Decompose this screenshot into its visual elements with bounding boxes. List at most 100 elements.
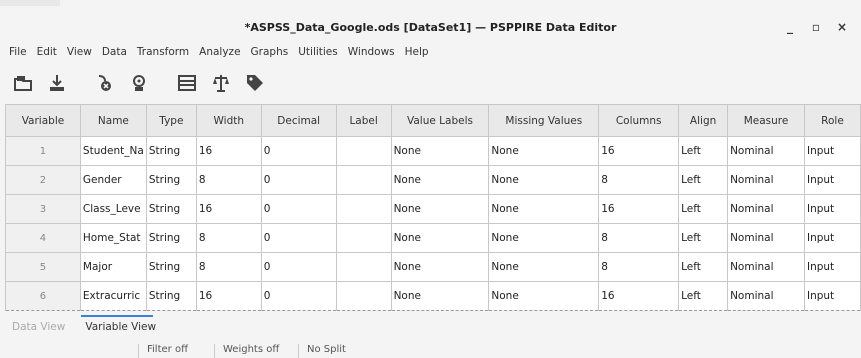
cell-name[interactable]: Major xyxy=(79,252,147,282)
cell-type[interactable]: String xyxy=(145,194,197,224)
col-header-width[interactable]: Width xyxy=(195,104,262,137)
cell-missing-values[interactable]: None xyxy=(488,136,600,166)
cell-value-labels[interactable]: None xyxy=(390,223,490,253)
goto-case-icon[interactable] xyxy=(90,68,120,98)
cell-width[interactable]: 8 xyxy=(195,165,262,195)
row-number[interactable]: 1 xyxy=(5,136,81,166)
menu-file[interactable]: File xyxy=(4,46,32,58)
cell-role[interactable]: Input xyxy=(803,165,861,195)
col-header-type[interactable]: Type xyxy=(145,104,197,137)
menu-help[interactable]: Help xyxy=(400,46,434,58)
cell-value-labels[interactable]: None xyxy=(390,165,490,195)
menu-graphs[interactable]: Graphs xyxy=(246,46,294,58)
cell-decimal[interactable]: 0 xyxy=(260,194,337,224)
cell-role[interactable]: Input xyxy=(803,194,861,224)
cell-value-labels[interactable]: None xyxy=(390,136,490,166)
col-header-value-labels[interactable]: Value Labels xyxy=(390,104,490,137)
cell-label[interactable] xyxy=(335,165,392,195)
cell-columns[interactable]: 8 xyxy=(598,252,680,282)
maximize-button[interactable]: ▫ xyxy=(803,20,829,34)
cell-missing-values[interactable]: None xyxy=(488,252,600,282)
menu-edit[interactable]: Edit xyxy=(32,46,62,58)
goto-variable-icon[interactable] xyxy=(124,68,154,98)
cell-decimal[interactable]: 0 xyxy=(260,281,337,311)
close-button[interactable]: × xyxy=(829,20,855,34)
cell-measure[interactable]: Nominal xyxy=(727,194,805,224)
menu-transform[interactable]: Transform xyxy=(132,46,194,58)
cell-width[interactable]: 16 xyxy=(195,281,262,311)
menu-analyze[interactable]: Analyze xyxy=(194,46,245,58)
cell-width[interactable]: 8 xyxy=(195,223,262,253)
cell-name[interactable]: Gender xyxy=(79,165,147,195)
cell-type[interactable]: String xyxy=(145,252,197,282)
cell-role[interactable]: Input xyxy=(803,223,861,253)
minimize-button[interactable]: _ xyxy=(777,20,803,34)
cell-name[interactable]: Student_Na xyxy=(79,136,147,166)
col-header-role[interactable]: Role xyxy=(803,104,861,137)
cell-name[interactable]: Home_Stat xyxy=(79,223,147,253)
cell-type[interactable]: String xyxy=(145,281,197,311)
cell-value-labels[interactable]: None xyxy=(390,194,490,224)
row-number[interactable]: 4 xyxy=(5,223,81,253)
cell-align[interactable]: Left xyxy=(678,281,729,311)
cell-type[interactable]: String xyxy=(145,165,197,195)
tab-variable-view[interactable]: Variable View xyxy=(81,315,156,333)
cell-columns[interactable]: 16 xyxy=(598,281,680,311)
cell-columns[interactable]: 16 xyxy=(598,136,680,166)
col-header-label[interactable]: Label xyxy=(335,104,392,137)
menu-utilities[interactable]: Utilities xyxy=(293,46,343,58)
cell-label[interactable] xyxy=(335,252,392,282)
cell-decimal[interactable]: 0 xyxy=(260,223,337,253)
cell-missing-values[interactable]: None xyxy=(488,281,600,311)
cell-align[interactable]: Left xyxy=(678,223,729,253)
cell-measure[interactable]: Nominal xyxy=(727,165,805,195)
cell-missing-values[interactable]: None xyxy=(488,223,600,253)
row-number[interactable]: 2 xyxy=(5,165,81,195)
cell-type[interactable]: String xyxy=(145,136,197,166)
weight-cases-icon[interactable] xyxy=(206,68,236,98)
cell-role[interactable]: Input xyxy=(803,281,861,311)
cell-value-labels[interactable]: None xyxy=(390,252,490,282)
menu-data[interactable]: Data xyxy=(97,46,132,58)
col-header-columns[interactable]: Columns xyxy=(598,104,680,137)
col-header-measure[interactable]: Measure xyxy=(727,104,805,137)
cell-name[interactable]: Class_Leve xyxy=(79,194,147,224)
row-number[interactable]: 3 xyxy=(5,194,81,224)
split-file-icon[interactable] xyxy=(172,68,202,98)
cell-type[interactable]: String xyxy=(145,223,197,253)
cell-measure[interactable]: Nominal xyxy=(727,223,805,253)
cell-missing-values[interactable]: None xyxy=(488,165,600,195)
cell-role[interactable]: Input xyxy=(803,252,861,282)
cell-columns[interactable]: 16 xyxy=(598,194,680,224)
cell-width[interactable]: 16 xyxy=(195,136,262,166)
cell-decimal[interactable]: 0 xyxy=(260,165,337,195)
cell-label[interactable] xyxy=(335,223,392,253)
cell-align[interactable]: Left xyxy=(678,194,729,224)
cell-width[interactable]: 8 xyxy=(195,252,262,282)
cell-role[interactable]: Input xyxy=(803,136,861,166)
cell-columns[interactable]: 8 xyxy=(598,165,680,195)
col-header-name[interactable]: Name xyxy=(79,104,147,137)
cell-measure[interactable]: Nominal xyxy=(727,136,805,166)
cell-align[interactable]: Left xyxy=(678,252,729,282)
cell-align[interactable]: Left xyxy=(678,136,729,166)
cell-decimal[interactable]: 0 xyxy=(260,136,337,166)
col-header-decimal[interactable]: Decimal xyxy=(260,104,337,137)
col-header-variable[interactable]: Variable xyxy=(5,104,81,137)
menu-windows[interactable]: Windows xyxy=(343,46,400,58)
cell-name[interactable]: Extracurric xyxy=(79,281,147,311)
cell-columns[interactable]: 8 xyxy=(598,223,680,253)
cell-width[interactable]: 16 xyxy=(195,194,262,224)
cell-label[interactable] xyxy=(335,281,392,311)
menu-view[interactable]: View xyxy=(62,46,97,58)
cell-decimal[interactable]: 0 xyxy=(260,252,337,282)
cell-measure[interactable]: Nominal xyxy=(727,281,805,311)
cell-missing-values[interactable]: None xyxy=(488,194,600,224)
col-header-missing-values[interactable]: Missing Values xyxy=(488,104,600,137)
row-number[interactable]: 5 xyxy=(5,252,81,282)
cell-measure[interactable]: Nominal xyxy=(727,252,805,282)
value-labels-icon[interactable] xyxy=(240,68,270,98)
cell-label[interactable] xyxy=(335,136,392,166)
row-number[interactable]: 6 xyxy=(5,281,81,311)
cell-value-labels[interactable]: None xyxy=(390,281,490,311)
